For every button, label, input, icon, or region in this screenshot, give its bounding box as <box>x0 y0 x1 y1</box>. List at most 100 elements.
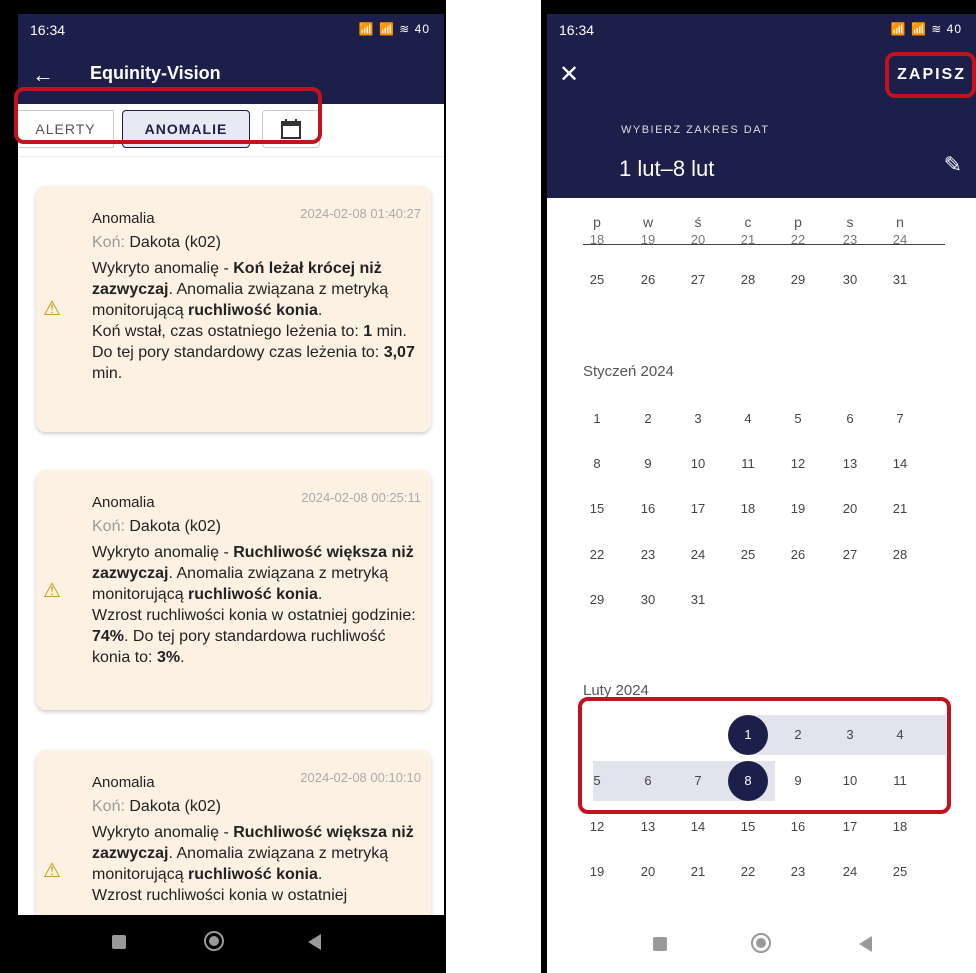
calendar-day[interactable]: 17 <box>678 489 718 529</box>
warning-icon: ⚠ <box>43 298 61 320</box>
calendar-day[interactable]: 28 <box>728 260 768 300</box>
calendar-day[interactable]: 23 <box>778 852 818 892</box>
system-nav-bar <box>547 909 976 973</box>
calendar-day[interactable]: 1 <box>577 399 617 439</box>
calendar-day[interactable]: 22 <box>778 230 818 250</box>
calendar-day[interactable]: 22 <box>728 852 768 892</box>
week-row: 22 23 24 25 26 27 28 <box>547 535 976 575</box>
app-title: Equinity-Vision <box>90 63 221 83</box>
calendar-day[interactable]: 19 <box>628 230 668 250</box>
card-description: Wykryto anomalię - Koń leżał krócej niż … <box>92 260 415 382</box>
warning-icon: ⚠ <box>43 580 61 602</box>
card-description: Wykryto anomalię - Ruchliwość większa ni… <box>92 824 414 904</box>
warning-icon: ⚠ <box>43 860 61 882</box>
screen: 16:34 📶 📶 ≋ 40 ✕ ZAPISZ WYBIERZ ZAKRES D… <box>547 14 976 973</box>
calendar-day[interactable]: 29 <box>778 260 818 300</box>
home-icon[interactable] <box>204 931 224 951</box>
recents-icon[interactable] <box>653 937 667 951</box>
week-row: 15 16 17 18 19 20 21 <box>547 489 976 529</box>
calendar-day[interactable]: 22 <box>577 535 617 575</box>
calendar-day[interactable]: 2 <box>628 399 668 439</box>
calendar-day[interactable]: 20 <box>628 852 668 892</box>
calendar-day[interactable]: 19 <box>577 852 617 892</box>
calendar-day[interactable]: 18 <box>577 230 617 250</box>
week-row: 8 9 10 11 12 13 14 <box>547 444 976 484</box>
calendar-day[interactable]: 27 <box>678 260 718 300</box>
home-icon[interactable] <box>751 933 771 953</box>
calendar-day[interactable]: 25 <box>880 852 920 892</box>
calendar-day[interactable]: 30 <box>830 260 870 300</box>
edit-pencil-icon[interactable]: ✎ <box>944 152 962 178</box>
calendar-day[interactable]: 12 <box>778 444 818 484</box>
calendar-day[interactable]: 19 <box>778 489 818 529</box>
selected-range: 1 lut–8 lut <box>619 156 715 181</box>
calendar-day[interactable]: 18 <box>728 489 768 529</box>
calendar-day[interactable]: 25 <box>728 535 768 575</box>
close-icon[interactable]: ✕ <box>559 60 579 89</box>
calendar-day[interactable]: 9 <box>628 444 668 484</box>
status-bar: 16:34 📶 📶 ≋ 40 <box>18 14 444 48</box>
week-row: 19 20 21 22 23 24 25 <box>547 852 976 892</box>
calendar-day[interactable]: 5 <box>778 399 818 439</box>
highlight-tabs <box>14 87 322 144</box>
calendar-day[interactable]: 4 <box>728 399 768 439</box>
week-row: 1234567 <box>547 399 976 439</box>
calendar-day[interactable]: 21 <box>880 489 920 529</box>
calendar-day[interactable]: 30 <box>628 580 668 620</box>
card-title: Anomalia <box>92 774 155 791</box>
calendar-day[interactable]: 27 <box>830 535 870 575</box>
divider-line <box>583 244 945 245</box>
calendar-day[interactable]: 14 <box>880 444 920 484</box>
highlight-dates <box>578 697 951 814</box>
phone-alerts-screen: 16:34 📶 📶 ≋ 40 ← Equinity-Vision ALERTY … <box>0 0 446 973</box>
calendar-day[interactable]: 15 <box>577 489 617 529</box>
calendar-day[interactable]: 11 <box>728 444 768 484</box>
calendar-day[interactable]: 31 <box>880 260 920 300</box>
calendar-day[interactable]: 21 <box>678 852 718 892</box>
status-icons: 📶 📶 ≋ 40 <box>358 22 430 36</box>
card-horse: Koń: Dakota (k02) <box>92 518 221 535</box>
card-horse: Koń: Dakota (k02) <box>92 798 221 815</box>
calendar-day[interactable]: 8 <box>577 444 617 484</box>
recents-icon[interactable] <box>112 935 126 949</box>
calendar-day[interactable]: 21 <box>728 230 768 250</box>
calendar-day[interactable]: 7 <box>880 399 920 439</box>
nav-back-icon[interactable] <box>308 934 321 950</box>
anomaly-card[interactable]: ⚠ Anomalia 2024-02-08 00:25:11 Koń: Dako… <box>36 470 431 710</box>
highlight-save <box>885 52 976 98</box>
screen: 16:34 📶 📶 ≋ 40 ← Equinity-Vision ALERTY … <box>18 14 444 973</box>
calendar-day[interactable]: 6 <box>830 399 870 439</box>
calendar-day[interactable]: 10 <box>678 444 718 484</box>
calendar-day[interactable]: 20 <box>678 230 718 250</box>
calendar-day[interactable]: 20 <box>830 489 870 529</box>
calendar-day[interactable]: 13 <box>830 444 870 484</box>
month-title-january: Styczeń 2024 <box>583 363 674 380</box>
anomaly-card[interactable]: ⚠ Anomalia 2024-02-08 01:40:27 Koń: Dako… <box>36 186 431 432</box>
calendar-day[interactable]: 24 <box>678 535 718 575</box>
card-timestamp: 2024-02-08 01:40:27 <box>300 206 421 221</box>
back-arrow-icon[interactable]: ← <box>28 60 58 90</box>
phone-date-picker: 16:34 📶 📶 ≋ 40 ✕ ZAPISZ WYBIERZ ZAKRES D… <box>541 0 976 973</box>
calendar-day[interactable]: 31 <box>678 580 718 620</box>
calendar-day[interactable]: 28 <box>880 535 920 575</box>
calendar-day[interactable]: 23 <box>628 535 668 575</box>
calendar-day[interactable]: 26 <box>778 535 818 575</box>
card-description: Wykryto anomalię - Ruchliwość większa ni… <box>92 544 416 666</box>
card-title: Anomalia <box>92 494 155 511</box>
card-timestamp: 2024-02-08 00:25:11 <box>301 490 421 505</box>
week-row-partial: 18 19 20 21 22 23 24 <box>547 226 976 250</box>
calendar-day[interactable]: 23 <box>830 230 870 250</box>
system-nav-bar <box>18 915 444 973</box>
calendar-day[interactable]: 24 <box>880 230 920 250</box>
calendar-day[interactable]: 3 <box>678 399 718 439</box>
calendar-day[interactable]: 25 <box>577 260 617 300</box>
calendar-day[interactable]: 16 <box>628 489 668 529</box>
picker-label: WYBIERZ ZAKRES DAT <box>621 124 770 136</box>
card-title: Anomalia <box>92 210 155 227</box>
calendar-day[interactable]: 26 <box>628 260 668 300</box>
card-horse: Koń: Dakota (k02) <box>92 234 221 251</box>
calendar-day[interactable]: 29 <box>577 580 617 620</box>
status-icons: 📶 📶 ≋ 40 <box>890 22 962 36</box>
nav-back-icon[interactable] <box>859 936 872 952</box>
calendar-day[interactable]: 24 <box>830 852 870 892</box>
